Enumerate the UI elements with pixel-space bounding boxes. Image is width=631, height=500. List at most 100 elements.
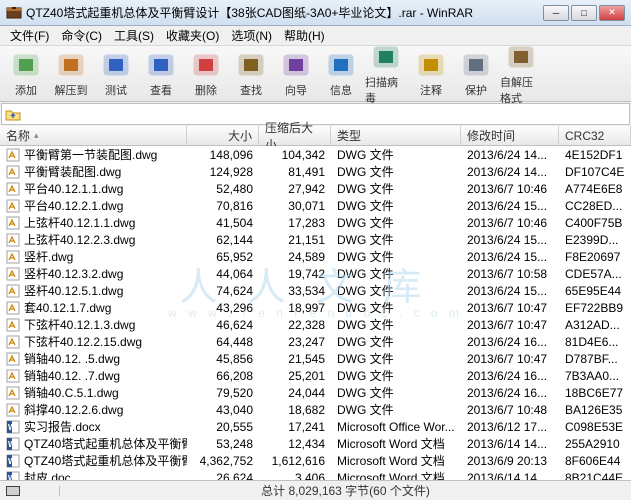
menu-item[interactable]: 文件(F) xyxy=(4,25,55,46)
file-size: 52,480 xyxy=(187,182,259,196)
file-icon xyxy=(6,284,20,298)
file-size: 43,040 xyxy=(187,403,259,417)
maximize-button[interactable]: □ xyxy=(571,5,597,21)
wizard-icon xyxy=(281,50,311,80)
minimize-button[interactable]: ─ xyxy=(543,5,569,21)
file-name: 销轴40.12. .5.dwg xyxy=(24,350,120,367)
toolbar-find-button[interactable]: 查找 xyxy=(229,49,273,99)
file-mtime: 2013/6/24 16... xyxy=(461,386,559,400)
file-size: 64,448 xyxy=(187,335,259,349)
menu-item[interactable]: 命令(C) xyxy=(55,25,108,46)
toolbar-label: 自解压格式 xyxy=(500,74,542,106)
file-name: 平衡臂装配图.dwg xyxy=(24,163,121,180)
file-row[interactable]: W实习报告.docx20,55517,241Microsoft Office W… xyxy=(0,418,631,435)
file-row[interactable]: 销轴40.12. .5.dwg45,85621,545DWG 文件2013/6/… xyxy=(0,350,631,367)
file-row[interactable]: 上弦杆40.12.2.3.dwg62,14421,151DWG 文件2013/6… xyxy=(0,231,631,248)
toolbar-label: 信息 xyxy=(330,82,352,98)
file-row[interactable]: 竖杆40.12.3.2.dwg44,06419,742DWG 文件2013/6/… xyxy=(0,265,631,282)
menu-item[interactable]: 工具(S) xyxy=(108,25,160,46)
menu-item[interactable]: 选项(N) xyxy=(225,25,278,46)
file-row[interactable]: 平台40.12.2.1.dwg70,81630,071DWG 文件2013/6/… xyxy=(0,197,631,214)
file-crc: DF107C4E xyxy=(559,165,631,179)
file-row[interactable]: 平衡臂装配图.dwg124,92881,491DWG 文件2013/6/24 1… xyxy=(0,163,631,180)
file-name: 销轴40.C.5.1.dwg xyxy=(24,384,119,401)
toolbar-wizard-button[interactable]: 向导 xyxy=(274,49,318,99)
file-icon xyxy=(6,335,20,349)
file-crc: 255A2910 xyxy=(559,437,631,451)
file-icon xyxy=(6,267,20,281)
file-type: DWG 文件 xyxy=(331,214,461,231)
toolbar-label: 向导 xyxy=(285,82,307,98)
file-name: QTZ40塔式起重机总体及平衡臂设计开题报告.doc xyxy=(24,435,187,452)
file-crc: C098E53E xyxy=(559,420,631,434)
file-type: DWG 文件 xyxy=(331,350,461,367)
file-packed: 18,997 xyxy=(259,301,331,315)
col-header-type[interactable]: 类型 xyxy=(331,126,461,145)
toolbar-add-button[interactable]: 添加 xyxy=(4,49,48,99)
file-row[interactable]: 套40.12.1.7.dwg43,29618,997DWG 文件2013/6/7… xyxy=(0,299,631,316)
toolbar-label: 扫描病毒 xyxy=(365,74,407,106)
file-icon xyxy=(6,301,20,315)
file-row[interactable]: 平衡臂第一节装配图.dwg148,096104,342DWG 文件2013/6/… xyxy=(0,146,631,163)
file-row[interactable]: 竖杆.dwg65,95224,589DWG 文件2013/6/24 15...F… xyxy=(0,248,631,265)
status-total: 总计 8,029,163 字节(60 个文件) xyxy=(60,482,631,499)
menu-item[interactable]: 帮助(H) xyxy=(278,25,331,46)
file-crc: 8B21C44E xyxy=(559,471,631,481)
file-mtime: 2013/6/7 10:58 xyxy=(461,267,559,281)
toolbar-delete-button[interactable]: 删除 xyxy=(184,49,228,99)
toolbar-extract-button[interactable]: 解压到 xyxy=(49,49,93,99)
file-row[interactable]: 销轴40.12. .7.dwg66,20825,201DWG 文件2013/6/… xyxy=(0,367,631,384)
col-header-packed[interactable]: 压缩后大小 xyxy=(259,126,331,145)
file-type: DWG 文件 xyxy=(331,231,461,248)
status-selection xyxy=(0,486,60,496)
file-row[interactable]: 下弦杆40.12.1.3.dwg46,62422,328DWG 文件2013/6… xyxy=(0,316,631,333)
file-crc: 4E152DF1 xyxy=(559,148,631,162)
file-mtime: 2013/6/7 10:46 xyxy=(461,182,559,196)
col-header-mtime[interactable]: 修改时间 xyxy=(461,126,559,145)
file-row[interactable]: 销轴40.C.5.1.dwg79,52024,044DWG 文件2013/6/2… xyxy=(0,384,631,401)
file-mtime: 2013/6/12 17... xyxy=(461,420,559,434)
toolbar-sfx-button[interactable]: 自解压格式 xyxy=(499,49,543,99)
toolbar-comment-button[interactable]: 注释 xyxy=(409,49,453,99)
toolbar-label: 添加 xyxy=(15,82,37,98)
toolbar-info-button[interactable]: 信息 xyxy=(319,49,363,99)
file-row[interactable]: WQTZ40塔式起重机总体及平衡臂设计说明书.doc4,362,7521,612… xyxy=(0,452,631,469)
file-row[interactable]: 下弦杆40.12.2.15.dwg64,44823,247DWG 文件2013/… xyxy=(0,333,631,350)
file-size: 62,144 xyxy=(187,233,259,247)
file-row[interactable]: 竖杆40.12.5.1.dwg74,62433,534DWG 文件2013/6/… xyxy=(0,282,631,299)
file-packed: 18,682 xyxy=(259,403,331,417)
file-name: 斜撑40.12.2.6.dwg xyxy=(24,401,123,418)
file-icon xyxy=(6,165,20,179)
file-list[interactable]: 人人文库 w w w . r e n r e n d o c . c o m 平… xyxy=(0,146,631,480)
file-mtime: 2013/6/24 15... xyxy=(461,199,559,213)
toolbar-label: 注释 xyxy=(420,82,442,98)
close-button[interactable]: ✕ xyxy=(599,5,625,21)
svg-text:W: W xyxy=(8,423,16,432)
col-header-crc[interactable]: CRC32 xyxy=(559,126,631,145)
file-row[interactable]: 平台40.12.1.1.dwg52,48027,942DWG 文件2013/6/… xyxy=(0,180,631,197)
file-row[interactable]: W封皮.doc26,6243,406Microsoft Word 文档2013/… xyxy=(0,469,631,480)
col-header-size[interactable]: 大小 xyxy=(187,126,259,145)
file-packed: 3,406 xyxy=(259,471,331,481)
toolbar-view-button[interactable]: 查看 xyxy=(139,49,183,99)
file-packed: 81,491 xyxy=(259,165,331,179)
col-header-name[interactable]: 名称 ▴ xyxy=(0,126,187,145)
file-size: 148,096 xyxy=(187,148,259,162)
file-mtime: 2013/6/7 10:48 xyxy=(461,403,559,417)
menu-item[interactable]: 收藏夹(O) xyxy=(160,25,225,46)
file-type: DWG 文件 xyxy=(331,367,461,384)
file-name: 封皮.doc xyxy=(24,469,71,480)
up-folder-icon[interactable] xyxy=(2,107,24,121)
toolbar-test-button[interactable]: 测试 xyxy=(94,49,138,99)
toolbar-label: 保护 xyxy=(465,82,487,98)
file-row[interactable]: 上弦杆40.12.1.1.dwg41,50417,283DWG 文件2013/6… xyxy=(0,214,631,231)
toolbar-protect-button[interactable]: 保护 xyxy=(454,49,498,99)
file-row[interactable]: WQTZ40塔式起重机总体及平衡臂设计开题报告.doc53,24812,434M… xyxy=(0,435,631,452)
file-mtime: 2013/6/24 15... xyxy=(461,284,559,298)
file-type: DWG 文件 xyxy=(331,163,461,180)
file-row[interactable]: 斜撑40.12.2.6.dwg43,04018,682DWG 文件2013/6/… xyxy=(0,401,631,418)
status-icon xyxy=(6,486,20,496)
file-crc: E2399D... xyxy=(559,233,631,247)
file-packed: 25,201 xyxy=(259,369,331,383)
toolbar-scan-button[interactable]: 扫描病毒 xyxy=(364,49,408,99)
